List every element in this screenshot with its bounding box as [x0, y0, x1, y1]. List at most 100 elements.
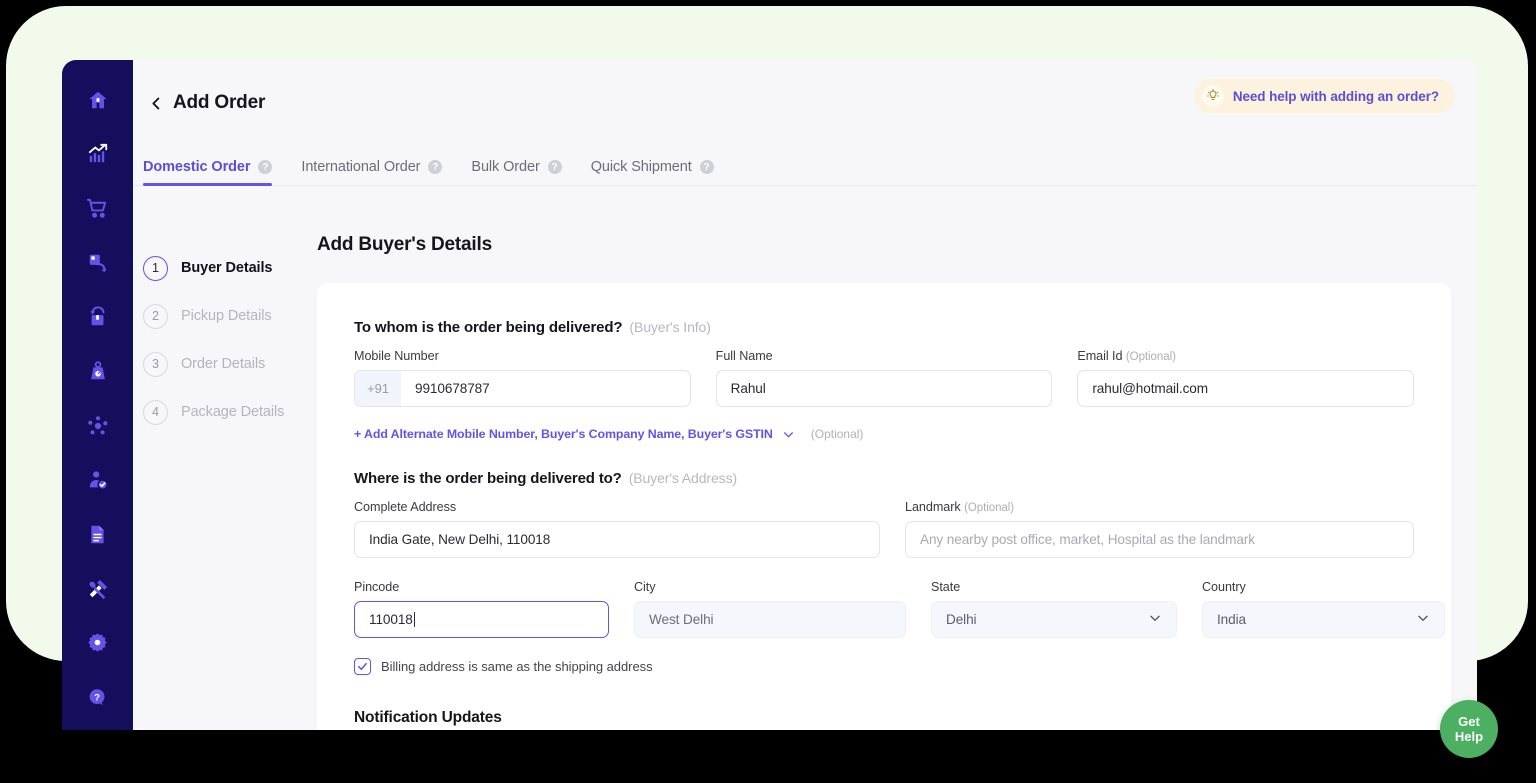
billing-address-checkbox-row: Billing address is same as the shipping … [354, 658, 1414, 675]
settings-gear-icon[interactable] [76, 621, 120, 664]
chevron-down-icon[interactable] [782, 428, 795, 441]
country-select[interactable]: India [1202, 601, 1445, 638]
page-title: Add Order [173, 92, 266, 113]
pincode-input[interactable]: 110018 [354, 601, 609, 638]
text-caret [413, 612, 415, 627]
buyer-info-fields: Mobile Number +91 9910678787 Full Name R… [354, 349, 1415, 407]
country-label: Country [1202, 580, 1246, 594]
email-label-text: Email Id [1077, 349, 1123, 363]
state-value: Delhi [946, 612, 977, 627]
left-icon-rail: ? [62, 60, 133, 730]
get-help-line2: Help [1454, 729, 1484, 744]
buyer-info-subtitle: (Buyer's Info) [629, 319, 711, 335]
need-help-pill[interactable]: Need help with adding an order? [1193, 79, 1455, 113]
buyer-address-subtitle: (Buyer's Address) [628, 470, 738, 486]
step-buyer-details[interactable]: 1 Buyer Details [143, 244, 317, 292]
order-type-tabs: Domestic Order ? International Order ? B… [133, 146, 1477, 186]
step-number: 3 [143, 351, 168, 377]
tab-quick-shipment[interactable]: Quick Shipment ? [591, 159, 743, 185]
app-content: Add Order Need help with adding an order… [133, 60, 1477, 730]
need-help-label: Need help with adding an order? [1232, 88, 1439, 104]
tab-bulk-order[interactable]: Bulk Order ? [471, 159, 590, 185]
buyer-details-card: To whom is the order being delivered? (B… [317, 283, 1451, 730]
help-question-icon[interactable]: ? [699, 160, 714, 174]
step-label: Buyer Details [181, 260, 273, 276]
help-question-icon[interactable]: ? [547, 160, 562, 174]
get-help-button[interactable]: Get Help [1440, 700, 1498, 758]
tools-icon[interactable] [76, 567, 120, 610]
help-question-icon[interactable]: ? [258, 160, 273, 174]
pincode-label: Pincode [354, 580, 400, 594]
step-label: Package Details [181, 404, 285, 420]
buyer-info-question: To whom is the order being delivered? [354, 319, 623, 336]
weight-icon[interactable] [76, 350, 120, 393]
lightbulb-icon [1201, 85, 1224, 107]
help-question-icon[interactable]: ? [428, 160, 443, 174]
complete-address-input[interactable]: India Gate, New Delhi, 110018 [354, 521, 880, 558]
step-navigation: 1 Buyer Details 2 Pickup Details 3 Order… [133, 186, 317, 730]
mobile-number-input[interactable]: +91 9910678787 [354, 370, 691, 407]
verified-user-icon[interactable] [76, 458, 120, 501]
add-more-buyer-info-link[interactable]: + Add Alternate Mobile Number, Buyer's C… [354, 427, 773, 441]
landmark-optional-tag: (Optional) [964, 502, 1015, 514]
landmark-label: Landmark (Optional) [905, 500, 1414, 514]
step-package-details[interactable]: 4 Package Details [143, 388, 317, 436]
chevron-down-icon [1416, 611, 1430, 628]
email-optional-tag: (Optional) [1125, 351, 1176, 363]
email-input[interactable]: rahul@hotmail.com [1077, 370, 1415, 407]
buyer-info-heading: To whom is the order being delivered? (B… [354, 319, 1414, 336]
tab-label: Quick Shipment [590, 159, 692, 175]
full-name-field: Full Name Rahul [715, 349, 1053, 407]
city-input: West Delhi [634, 601, 906, 638]
state-label: State [931, 580, 961, 594]
notification-updates-title: Notification Updates [354, 709, 502, 726]
tab-label: International Order [301, 159, 421, 175]
complete-address-label: Complete Address [354, 500, 457, 514]
mobile-number-field: Mobile Number +91 9910678787 [354, 349, 691, 407]
document-icon[interactable] [76, 513, 120, 556]
address-row-1: Complete Address India Gate, New Delhi, … [354, 500, 1414, 558]
full-name-input[interactable]: Rahul [715, 370, 1053, 407]
page-body: 1 Buyer Details 2 Pickup Details 3 Order… [133, 186, 1477, 730]
state-select[interactable]: Delhi [931, 601, 1177, 638]
reverse-pickup-icon[interactable] [76, 295, 120, 338]
billing-address-checkbox[interactable] [354, 658, 371, 675]
shopping-cart-icon[interactable] [76, 187, 120, 230]
step-number: 1 [143, 255, 168, 281]
home-icon[interactable] [76, 78, 120, 121]
landmark-field: Landmark (Optional) Any nearby post offi… [905, 500, 1414, 558]
svg-text:?: ? [94, 692, 100, 703]
tab-international-order[interactable]: International Order ? [301, 159, 471, 185]
state-field: State Delhi [931, 580, 1177, 638]
step-order-details[interactable]: 3 Order Details [143, 340, 317, 388]
analytics-chart-icon[interactable] [76, 132, 120, 175]
chevron-down-icon [1148, 611, 1162, 628]
complete-address-field: Complete Address India Gate, New Delhi, … [354, 500, 880, 558]
step-pickup-details[interactable]: 2 Pickup Details [143, 292, 317, 340]
step-label: Order Details [181, 356, 266, 372]
city-label: City [634, 580, 656, 594]
country-value: India [1217, 612, 1246, 627]
tab-active-underline [143, 183, 273, 186]
tab-label: Bulk Order [471, 159, 540, 175]
buyer-address-heading: Where is the order being delivered to? (… [354, 470, 1414, 487]
return-package-icon[interactable] [76, 241, 120, 284]
chevron-left-icon[interactable] [143, 90, 169, 116]
country-code-prefix: +91 [355, 371, 401, 406]
section-title: Add Buyer's Details [317, 234, 492, 255]
tab-domestic-order[interactable]: Domestic Order ? [143, 159, 301, 186]
network-nodes-icon[interactable] [76, 404, 120, 447]
app-window: ? Add Order Need help with adding an ord… [62, 60, 1477, 730]
step-number: 2 [143, 303, 168, 329]
top-bar: Add Order Need help with adding an order… [133, 60, 1477, 146]
full-name-label: Full Name [715, 349, 773, 363]
mobile-number-value: 9910678787 [415, 381, 490, 396]
help-question-icon[interactable]: ? [76, 676, 120, 719]
main-panel: Add Buyer's Details To whom is the order… [317, 186, 1477, 730]
city-field: City West Delhi [634, 580, 906, 638]
pincode-field: Pincode 110018 [354, 580, 609, 638]
pincode-value: 110018 [369, 612, 413, 627]
landmark-input[interactable]: Any nearby post office, market, Hospital… [905, 521, 1414, 558]
landmark-label-text: Landmark [905, 500, 961, 514]
step-number: 4 [143, 399, 168, 425]
